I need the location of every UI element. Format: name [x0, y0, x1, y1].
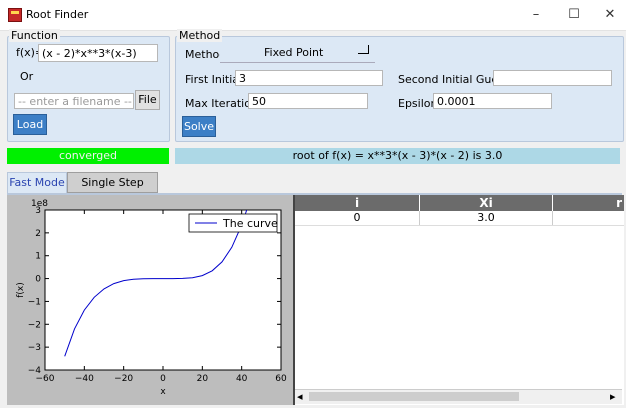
file-button[interactable]: File — [135, 90, 160, 110]
minimize-button[interactable]: – — [518, 0, 554, 30]
window-title: Root Finder — [26, 8, 89, 21]
function-panel-title: Function — [9, 29, 60, 42]
second-guess-input[interactable] — [493, 70, 612, 86]
method-dropdown[interactable]: Fixed Point — [220, 42, 375, 63]
x-tick-label: 60 — [275, 374, 287, 384]
first-guess-input[interactable]: 3 — [235, 70, 383, 86]
table-row[interactable]: 0 3.0 — [295, 211, 624, 226]
scroll-left-arrow-icon[interactable]: ◂ — [297, 390, 303, 403]
y-tick-label: −3 — [28, 343, 41, 353]
or-label: Or — [20, 70, 34, 83]
close-button[interactable]: ✕ — [592, 0, 626, 30]
solve-button[interactable]: Solve — [182, 116, 216, 137]
method-dropdown-value: Fixed Point — [264, 46, 324, 59]
app-icon — [8, 8, 22, 22]
tab-single-step-mode[interactable]: Single Step Mode — [67, 172, 158, 209]
table-header-r[interactable]: r — [553, 195, 624, 211]
chevron-down-icon — [358, 45, 369, 54]
function-input[interactable]: (x - 2)*x**3*(x-3) — [38, 44, 158, 62]
y-tick-label: 1 — [35, 252, 41, 262]
method-panel-title: Method — [177, 29, 223, 42]
legend-label: The curve — [222, 217, 278, 230]
x-tick-label: 40 — [236, 374, 248, 384]
title-bar: Root Finder – ☐ ✕ — [0, 0, 626, 31]
x-axis-label: x — [160, 387, 166, 397]
table-cell-i: 0 — [353, 211, 361, 224]
axis-scale-label: 1e8 — [31, 199, 48, 209]
maximize-button[interactable]: ☐ — [556, 0, 592, 30]
x-tick-label: 0 — [160, 374, 166, 384]
epsilon-label: Epsilon — [398, 97, 438, 110]
plot-area — [44, 209, 282, 371]
load-button[interactable]: Load — [13, 114, 47, 135]
epsilon-input[interactable]: 0.0001 — [433, 93, 552, 109]
y-tick-label: −4 — [28, 366, 42, 376]
max-iterations-input[interactable]: 50 — [248, 93, 368, 109]
table-header-i[interactable]: i — [295, 195, 420, 211]
x-tick-label: −20 — [114, 374, 133, 384]
tab-fast-mode[interactable]: Fast Mode — [7, 172, 67, 193]
column-divider — [419, 211, 420, 225]
horizontal-scrollbar[interactable]: ◂ ▸ — [295, 389, 622, 404]
table-cell-xi: 3.0 — [477, 211, 495, 224]
y-tick-label: −1 — [28, 297, 41, 307]
scroll-right-arrow-icon[interactable]: ▸ — [610, 390, 616, 403]
y-tick-label: 0 — [35, 275, 41, 285]
scrollbar-thumb[interactable] — [309, 392, 519, 401]
plot-canvas: −60 −40 −20 0 20 40 60−4−3−2−101231e8xf(x)The … — [16, 199, 287, 397]
x-tick-label: −40 — [75, 374, 94, 384]
plot-panel: −60 −40 −20 0 20 40 60 −4 −3 −2 −1 0 1 2 3 1e8 x f(x) The … — [7, 195, 293, 405]
y-axis-label: f(x) — [16, 282, 26, 298]
column-divider — [552, 211, 553, 225]
y-tick-label: −2 — [28, 320, 41, 330]
iterations-table: i Xi r 0 3.0 ◂ ▸ — [293, 195, 624, 405]
filename-input[interactable]: -- enter a filename -- — [14, 93, 134, 109]
status-badge: converged — [7, 148, 169, 164]
x-tick-label: 20 — [197, 374, 209, 384]
result-label: root of f(x) = x**3*(x - 3)*(x - 2) is 3… — [175, 148, 620, 164]
y-tick-label: 2 — [35, 229, 41, 239]
table-header-xi[interactable]: Xi — [420, 195, 553, 211]
table-cell-r — [553, 211, 624, 225]
